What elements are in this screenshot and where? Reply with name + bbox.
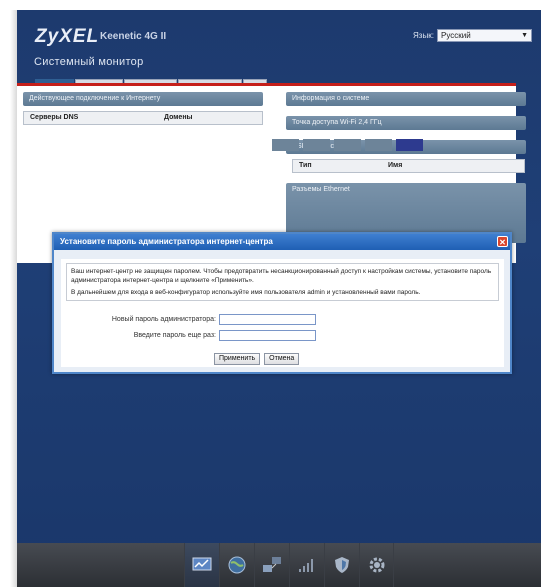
domains-column: Домены: [164, 114, 193, 121]
internet-connection-header: Действующее подключение к Интернету: [23, 92, 263, 106]
globe-icon[interactable]: [219, 543, 254, 587]
port-1: 1: [365, 131, 392, 151]
notice-hint: В дальнейшем для входа в веб-конфигурато…: [71, 289, 421, 296]
dialog-buttons: Применить Отмена: [214, 353, 300, 365]
gear-icon[interactable]: [359, 543, 394, 587]
model-name: Keenetic 4G II: [100, 31, 167, 42]
port-indicator: [365, 139, 392, 151]
usb-type-column: Тип: [299, 162, 312, 169]
usb-name-column: Имя: [388, 162, 403, 169]
bottom-navigation: [17, 543, 541, 587]
port-indicator: [396, 139, 423, 151]
close-icon[interactable]: ✕: [497, 236, 508, 247]
port-label: 0: [407, 131, 412, 138]
window-shadow: [10, 10, 17, 587]
security-notice: Ваш интернет-центр не защищен паролем. Ч…: [66, 263, 499, 301]
language-select[interactable]: Русский ▼: [437, 29, 532, 42]
dialog-body: Ваш интернет-центр не защищен паролем. Ч…: [61, 259, 504, 367]
language-value: Русский: [441, 31, 471, 40]
dialog-title-bar: Установите пароль администратора интерне…: [54, 234, 510, 250]
repeat-password-field[interactable]: [219, 330, 316, 341]
port-2: 2: [334, 131, 361, 151]
repeat-password-label: Введите пароль еще раз:: [133, 332, 216, 339]
apply-button[interactable]: Применить: [214, 353, 261, 365]
port-3: 3: [303, 131, 330, 151]
new-password-field[interactable]: [219, 314, 316, 325]
port-label: 3: [314, 131, 319, 138]
new-password-label: Новый пароль администратора:: [111, 316, 216, 323]
dns-table-header: Серверы DNS Домены: [23, 111, 263, 125]
usb-table-header: Тип Имя: [292, 159, 525, 173]
page-title: Системный монитор: [34, 56, 144, 68]
port-label: 4: [283, 131, 288, 138]
shield-icon[interactable]: [324, 543, 359, 587]
wifi-ap-header[interactable]: Точка доступа Wi-Fi 2,4 ГГц: [286, 116, 526, 130]
notice-text: Ваш интернет-центр не защищен паролем. Ч…: [71, 268, 492, 284]
cancel-button[interactable]: Отмена: [264, 353, 300, 365]
signal-icon[interactable]: [289, 543, 324, 587]
system-info-header[interactable]: Информация о системе: [286, 92, 526, 106]
new-password-row: Новый пароль администратора:: [86, 314, 316, 325]
port-label: 1: [376, 131, 381, 138]
port-indicator: [272, 139, 299, 151]
dns-servers-column: Серверы DNS: [30, 114, 79, 121]
monitor-icon[interactable]: [184, 543, 219, 587]
set-password-dialog: Установите пароль администратора интерне…: [52, 232, 512, 374]
repeat-password-row: Введите пароль еще раз:: [86, 330, 316, 341]
ethernet-ports: 4 3 2 1 0: [272, 131, 423, 151]
network-icon[interactable]: [254, 543, 289, 587]
zyxel-logo: ZyXEL: [35, 26, 100, 47]
ethernet-ports-header: Разъемы Ethernet: [292, 186, 350, 193]
dialog-title: Установите пароль администратора интерне…: [60, 237, 273, 246]
port-indicator: [303, 139, 330, 151]
chevron-down-icon: ▼: [521, 32, 528, 39]
port-label: 2: [345, 131, 350, 138]
bottom-icons: [184, 543, 394, 587]
port-4: 4: [272, 131, 299, 151]
port-indicator: [334, 139, 361, 151]
port-0: 0: [396, 131, 423, 151]
language-label: Язык:: [413, 31, 434, 40]
